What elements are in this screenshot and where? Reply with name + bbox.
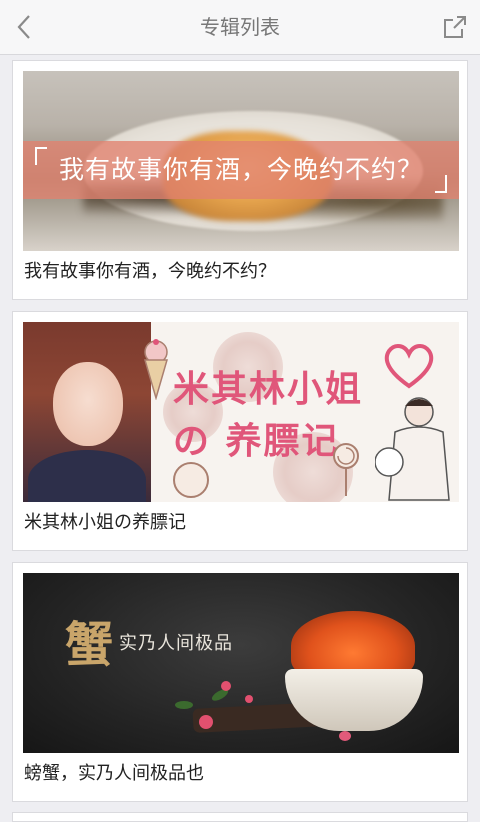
shoulders-shape [28, 450, 146, 502]
top-bar: 专辑列表 [0, 0, 480, 55]
illustration-figure [375, 397, 450, 501]
face-shape [53, 362, 123, 446]
album-caption: 我有故事你有酒，今晚约不约？ [24, 261, 276, 282]
album-card-partial[interactable] [12, 812, 468, 822]
flower-decoration [245, 695, 253, 703]
share-icon [444, 16, 466, 38]
album-card[interactable]: 米其林小姐 の 养膘记 米其林小姐の养膘记 [12, 311, 468, 551]
album-banner: 米其林小姐 の 养膘记 [23, 322, 459, 502]
bracket-left [35, 147, 47, 165]
album-banner: 蟹 实乃人间极品 [23, 573, 459, 753]
lollipop-icon [333, 443, 359, 496]
cookie-icon [173, 462, 209, 498]
leaf-decoration [175, 701, 193, 709]
share-button[interactable] [438, 10, 472, 44]
portrait-photo [23, 322, 151, 502]
banner-title-line2: の 养膘记 [173, 420, 340, 462]
heart-icon [384, 344, 434, 389]
flower-decoration [221, 681, 231, 691]
page-title: 专辑列表 [200, 15, 280, 39]
album-caption: 螃蟹，实乃人间极品也 [24, 763, 204, 784]
album-card[interactable]: 我有故事你有酒，今晚约不约？ 我有故事你有酒，今晚约不约？ [12, 60, 468, 300]
banner-big-char: 蟹 [65, 617, 114, 673]
album-banner: 我有故事你有酒，今晚约不约？ [23, 71, 459, 251]
flower-decoration [339, 731, 351, 741]
flower-decoration [199, 715, 213, 729]
banner-subtitle: 实乃人间极品 [119, 633, 233, 654]
album-caption: 米其林小姐の养膘记 [24, 512, 186, 533]
bracket-right [435, 175, 447, 193]
ice-cream-icon [144, 339, 168, 400]
banner-text: 我有故事你有酒，今晚约不约？ [58, 155, 423, 184]
banner-title-line1: 米其林小姐 [173, 368, 364, 410]
album-card[interactable]: 蟹 实乃人间极品 螃蟹，实乃人间极品也 [12, 562, 468, 802]
